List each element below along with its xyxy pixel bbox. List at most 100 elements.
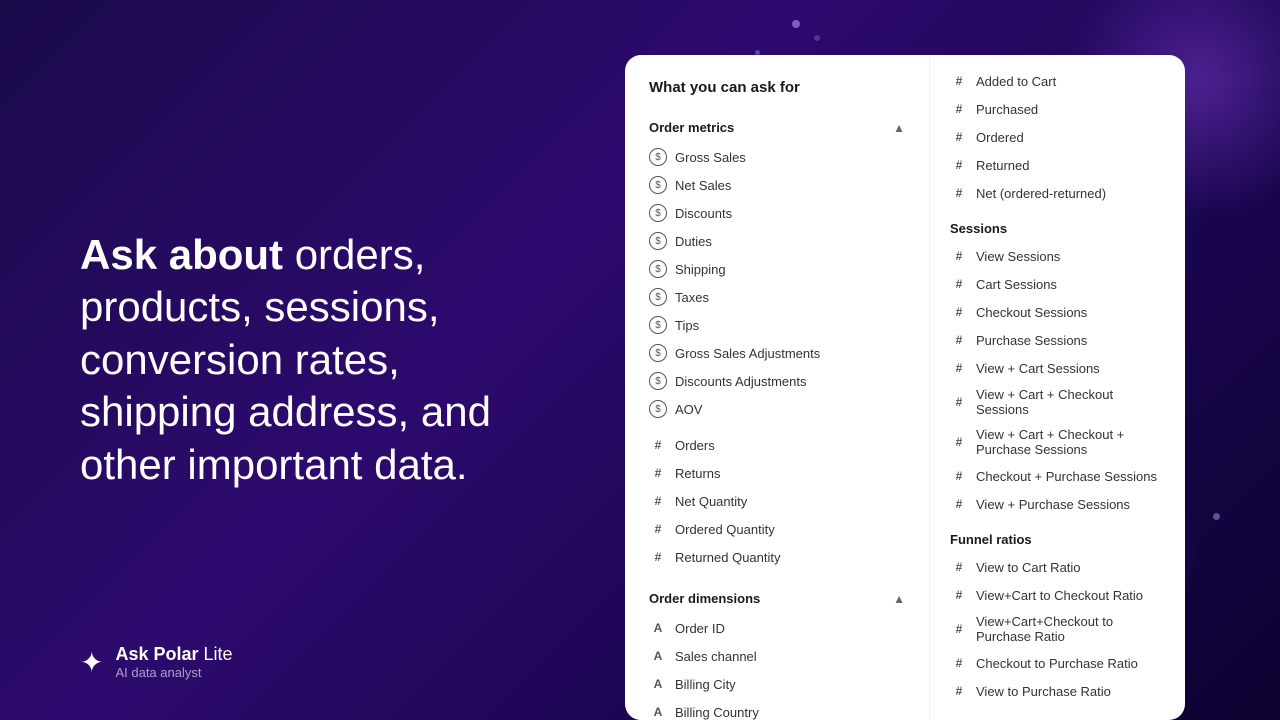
ratio-viewcartcheckout-to-purchase[interactable]: # View+Cart+Checkout to Purchase Ratio: [930, 609, 1185, 649]
hash-icon: #: [950, 359, 968, 377]
decorative-dot-1: [792, 20, 800, 28]
panel-left-column[interactable]: What you can ask for Order metrics ▲ $ G…: [625, 55, 930, 720]
brand-text: Ask Polar Lite AI data analyst: [115, 644, 232, 680]
brand-subtitle: AI data analyst: [115, 665, 232, 680]
funnel-ratios-section-header: Funnel ratios: [930, 526, 1185, 553]
hash-icon: #: [950, 495, 968, 513]
ratio-checkout-to-purchase[interactable]: # Checkout to Purchase Ratio: [930, 649, 1185, 677]
hash-icon: #: [950, 275, 968, 293]
metric-net-ordered-returned[interactable]: # Net (ordered-returned): [930, 179, 1185, 207]
hash-icon: #: [950, 156, 968, 174]
order-dimensions-section-header[interactable]: Order dimensions ▲: [625, 583, 929, 614]
metric-gross-sales[interactable]: $ Gross Sales: [625, 143, 929, 171]
metric-orders[interactable]: # Orders: [625, 431, 929, 459]
panel-header: What you can ask for: [625, 79, 929, 112]
dollar-icon: $: [649, 400, 667, 418]
dollar-icon: $: [649, 288, 667, 306]
hash-icon: #: [649, 436, 667, 454]
decorative-dot-3: [814, 35, 820, 41]
metric-discounts-adjustments[interactable]: $ Discounts Adjustments: [625, 367, 929, 395]
decorative-dot-5: [1213, 513, 1220, 520]
order-metrics-chevron: ▲: [893, 121, 905, 135]
brand-icon: ✦: [80, 646, 103, 679]
sessions-section-header: Sessions: [930, 215, 1185, 242]
hash-icon: #: [950, 72, 968, 90]
metric-aov[interactable]: $ AOV: [625, 395, 929, 423]
brand-name: Ask Polar Lite: [115, 644, 232, 665]
dim-sales-channel[interactable]: A Sales channel: [625, 642, 929, 670]
order-metrics-label: Order metrics: [649, 120, 734, 135]
hash-icon: #: [950, 654, 968, 672]
session-checkout[interactable]: # Checkout Sessions: [930, 298, 1185, 326]
hash-icon: #: [950, 682, 968, 700]
metric-ordered[interactable]: # Ordered: [930, 123, 1185, 151]
metric-ordered-quantity[interactable]: # Ordered Quantity: [625, 515, 929, 543]
metric-added-to-cart[interactable]: # Added to Cart: [930, 67, 1185, 95]
metric-returns[interactable]: # Returns: [625, 459, 929, 487]
text-icon: A: [649, 675, 667, 693]
metric-returned[interactable]: # Returned: [930, 151, 1185, 179]
metric-duties[interactable]: $ Duties: [625, 227, 929, 255]
metric-purchased[interactable]: # Purchased: [930, 95, 1185, 123]
metric-net-quantity[interactable]: # Net Quantity: [625, 487, 929, 515]
hash-icon: #: [950, 100, 968, 118]
ratio-viewcart-to-checkout[interactable]: # View+Cart to Checkout Ratio: [930, 581, 1185, 609]
text-icon: A: [649, 647, 667, 665]
dollar-icon: $: [649, 148, 667, 166]
hash-icon: #: [950, 184, 968, 202]
ratio-view-to-cart[interactable]: # View to Cart Ratio: [930, 553, 1185, 581]
dollar-icon: $: [649, 344, 667, 362]
hash-icon: #: [950, 331, 968, 349]
hash-icon: #: [649, 548, 667, 566]
dollar-icon: $: [649, 204, 667, 222]
text-icon: A: [649, 703, 667, 720]
text-icon: A: [649, 619, 667, 637]
hash-icon: #: [950, 303, 968, 321]
metric-returned-quantity[interactable]: # Returned Quantity: [625, 543, 929, 571]
hero-title: Ask about orders, products, sessions, co…: [80, 229, 560, 492]
hash-icon: #: [950, 433, 968, 451]
hash-icon: #: [950, 393, 968, 411]
dim-order-id[interactable]: A Order ID: [625, 614, 929, 642]
hash-icon: #: [649, 520, 667, 538]
metric-tips[interactable]: $ Tips: [625, 311, 929, 339]
dollar-icon: $: [649, 232, 667, 250]
metric-gross-sales-adjustments[interactable]: $ Gross Sales Adjustments: [625, 339, 929, 367]
hash-icon: #: [950, 247, 968, 265]
hash-icon: #: [950, 620, 968, 638]
dim-billing-city[interactable]: A Billing City: [625, 670, 929, 698]
session-view[interactable]: # View Sessions: [930, 242, 1185, 270]
ratio-view-to-purchase[interactable]: # View to Purchase Ratio: [930, 677, 1185, 705]
dim-billing-country[interactable]: A Billing Country: [625, 698, 929, 720]
hash-icon: #: [649, 492, 667, 510]
metric-taxes[interactable]: $ Taxes: [625, 283, 929, 311]
hash-icon: #: [950, 128, 968, 146]
dollar-icon: $: [649, 176, 667, 194]
info-panel: What you can ask for Order metrics ▲ $ G…: [625, 55, 1185, 720]
dollar-icon: $: [649, 260, 667, 278]
hash-icon: #: [950, 586, 968, 604]
brand-footer: ✦ Ask Polar Lite AI data analyst: [80, 644, 233, 680]
order-dimensions-chevron: ▲: [893, 592, 905, 606]
order-dimensions-label: Order dimensions: [649, 591, 760, 606]
product-dimensions-section-header[interactable]: Product dimensions ▲: [930, 713, 1185, 720]
session-view-cart-checkout[interactable]: # View + Cart + Checkout Sessions: [930, 382, 1185, 422]
dollar-icon: $: [649, 372, 667, 390]
dollar-icon: $: [649, 316, 667, 334]
session-cart[interactable]: # Cart Sessions: [930, 270, 1185, 298]
hash-icon: #: [649, 464, 667, 482]
session-checkout-purchase[interactable]: # Checkout + Purchase Sessions: [930, 462, 1185, 490]
session-view-cart-checkout-purchase[interactable]: # View + Cart + Checkout + Purchase Sess…: [930, 422, 1185, 462]
hero-section: Ask about orders, products, sessions, co…: [0, 0, 620, 720]
panel-right-column[interactable]: # Added to Cart # Purchased # Ordered # …: [930, 55, 1185, 720]
hash-icon: #: [950, 558, 968, 576]
session-purchase[interactable]: # Purchase Sessions: [930, 326, 1185, 354]
order-metrics-section-header[interactable]: Order metrics ▲: [625, 112, 929, 143]
metric-net-sales[interactable]: $ Net Sales: [625, 171, 929, 199]
session-view-purchase[interactable]: # View + Purchase Sessions: [930, 490, 1185, 518]
metric-shipping[interactable]: $ Shipping: [625, 255, 929, 283]
session-view-cart[interactable]: # View + Cart Sessions: [930, 354, 1185, 382]
hash-icon: #: [950, 467, 968, 485]
brand-suffix: Lite: [204, 644, 233, 664]
metric-discounts[interactable]: $ Discounts: [625, 199, 929, 227]
